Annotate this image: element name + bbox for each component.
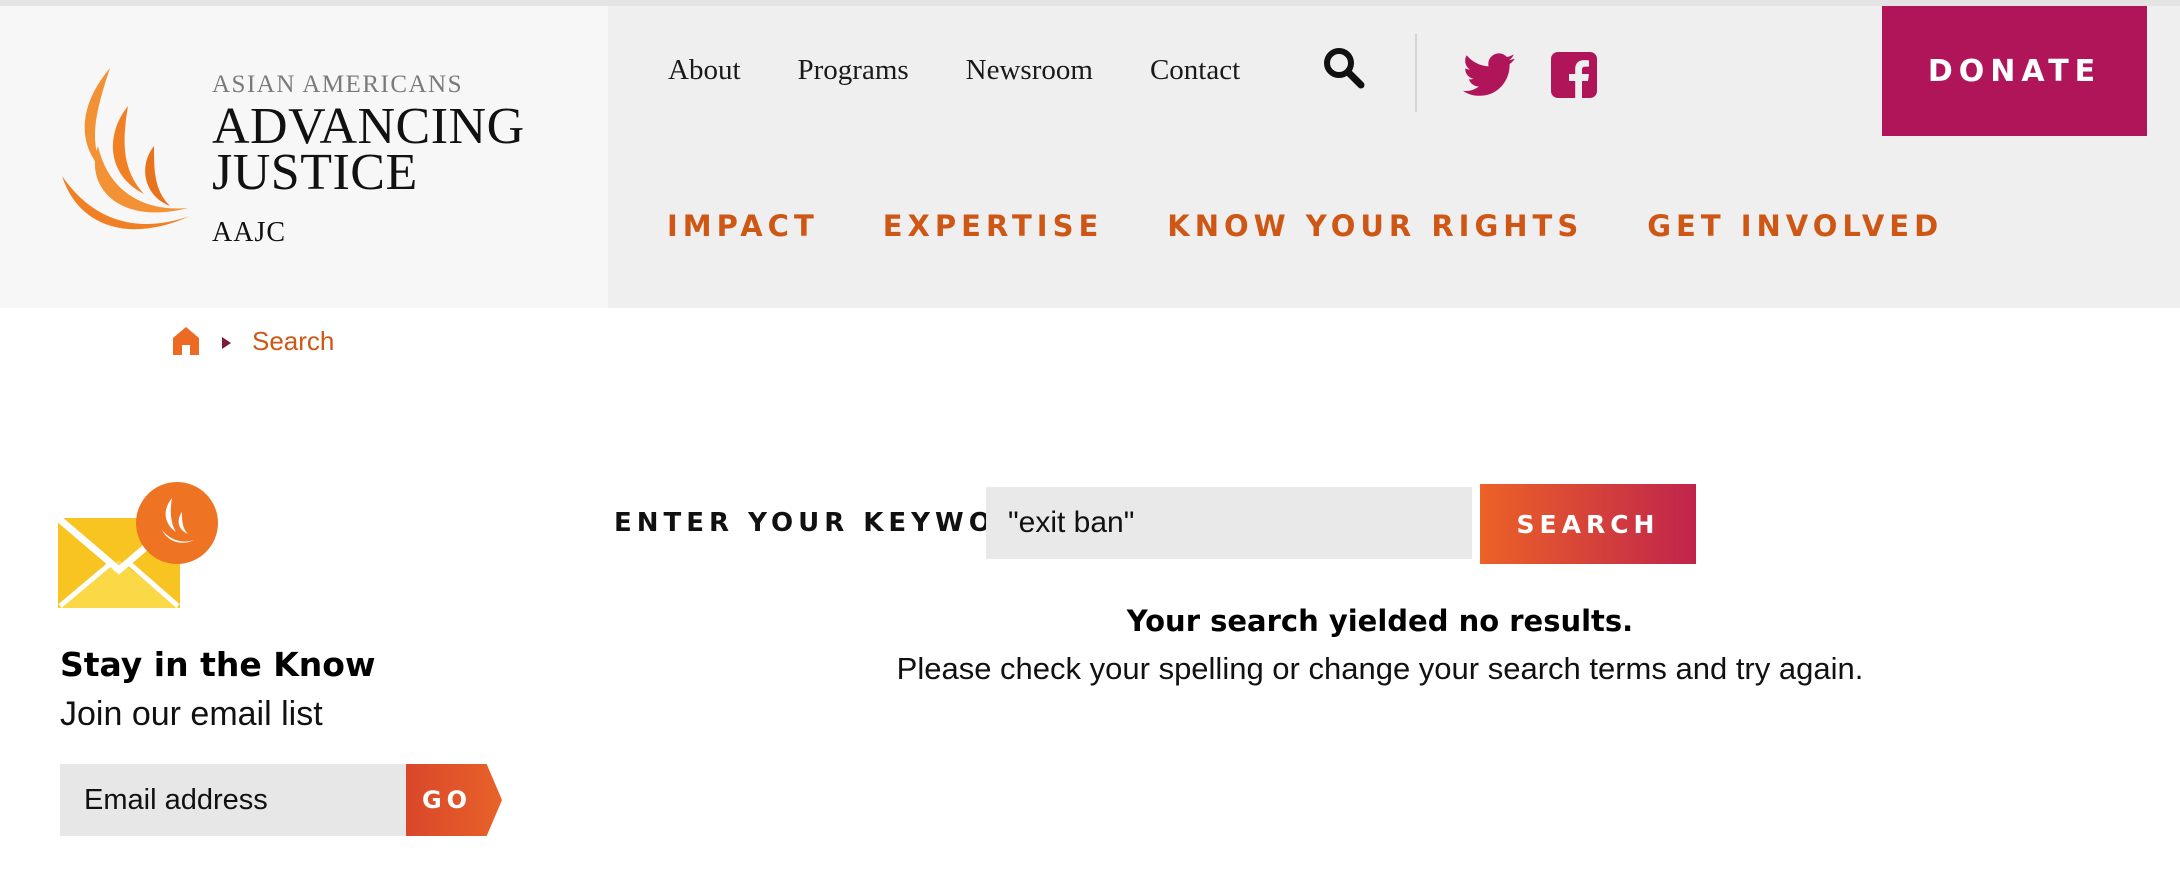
envelope-icon — [58, 482, 218, 608]
logo-line-justice: JUSTICE — [212, 144, 418, 201]
signup-subtitle: Join our email list — [60, 695, 323, 733]
flame-logo-icon — [62, 68, 190, 230]
breadcrumb-current[interactable]: Search — [252, 326, 334, 357]
donate-button[interactable]: DONATE — [1882, 6, 2147, 136]
logo-wordmark: ASIAN AMERICANS ADVANCING JUSTICE AAJC — [212, 72, 525, 248]
nav-link-about[interactable]: About — [668, 54, 741, 87]
main-nav: IMPACT EXPERTISE KNOW YOUR RIGHTS GET IN… — [667, 209, 2007, 243]
no-results-hint: Please check your spelling or change you… — [896, 651, 1864, 686]
nav-link-contact[interactable]: Contact — [1150, 54, 1240, 87]
search-icon[interactable] — [1322, 46, 1366, 90]
logo-line-asian-americans: ASIAN AMERICANS — [212, 71, 464, 98]
go-button[interactable]: GO — [406, 764, 502, 836]
twitter-icon[interactable] — [1463, 52, 1515, 98]
logo-panel[interactable]: ASIAN AMERICANS ADVANCING JUSTICE AAJC — [0, 6, 608, 308]
no-results-title: Your search yielded no results. — [1126, 604, 1634, 638]
search-input[interactable] — [986, 487, 1472, 559]
main-nav-expertise[interactable]: EXPERTISE — [883, 209, 1104, 243]
main-nav-impact[interactable]: IMPACT — [667, 209, 819, 243]
search-button[interactable]: SEARCH — [1480, 484, 1696, 564]
nav-link-newsroom[interactable]: Newsroom — [966, 54, 1093, 87]
facebook-icon[interactable] — [1551, 52, 1597, 98]
main-nav-get-involved[interactable]: GET INVOLVED — [1647, 209, 1943, 243]
nav-link-programs[interactable]: Programs — [798, 54, 909, 87]
logo-line-aajc: AAJC — [212, 217, 287, 248]
home-icon[interactable] — [172, 326, 200, 356]
signup-title: Stay in the Know — [60, 645, 376, 684]
utility-nav: About Programs Newsroom Contact — [668, 54, 1297, 87]
main-nav-know-your-rights[interactable]: KNOW YOUR RIGHTS — [1167, 209, 1583, 243]
email-field[interactable] — [60, 764, 406, 836]
nav-divider — [1415, 34, 1417, 112]
breadcrumb-separator-icon — [222, 337, 231, 349]
breadcrumb: Search — [172, 326, 334, 356]
